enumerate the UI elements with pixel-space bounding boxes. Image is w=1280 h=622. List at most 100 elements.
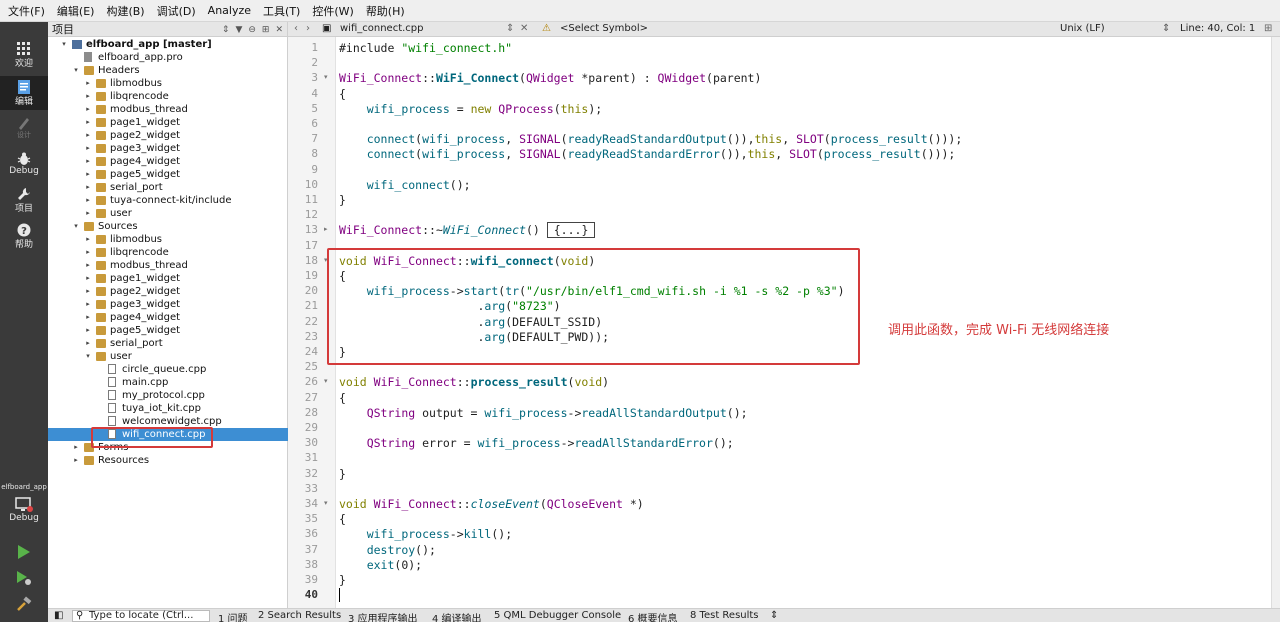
chevron-down-icon[interactable]: ▾ [72,220,80,233]
chevron-right-icon[interactable]: ▸ [84,168,92,181]
kit-selector[interactable]: Debug [0,497,48,523]
chevron-right-icon[interactable]: ▸ [84,116,92,129]
tree-item[interactable]: ▾ Sources [48,220,288,233]
chevron-down-icon[interactable]: ▾ [84,350,92,363]
menu-item[interactable]: 调试(D) [153,3,200,19]
tree-item[interactable]: my_protocol.cpp [48,389,288,402]
fold-marker-icon[interactable]: ▾ [324,377,328,385]
menu-item[interactable]: 工具(T) [259,3,304,19]
build-button[interactable] [0,596,48,612]
chevron-right-icon[interactable]: ▸ [84,129,92,142]
chevron-right-icon[interactable]: ▸ [84,155,92,168]
mode-help[interactable]: ? 帮助 [0,223,48,250]
back-icon[interactable]: ‹ [294,23,298,34]
output-pane-tab[interactable]: 3 应用程序输出 [348,610,418,622]
output-pane-tab[interactable]: 8 Test Results [690,610,759,621]
chevron-right-icon[interactable]: ▸ [84,233,92,246]
chevron-right-icon[interactable]: ▸ [84,142,92,155]
fold-marker-icon[interactable]: ▾ [324,499,328,507]
tree-item[interactable]: ▸ libqrencode [48,90,288,103]
tree-item[interactable]: tuya_iot_kit.cpp [48,402,288,415]
chevron-right-icon[interactable]: ▸ [84,181,92,194]
tree-item[interactable]: ▸ page2_widget [48,129,288,142]
fold-marker-icon[interactable]: ▸ [324,225,328,233]
chevron-right-icon[interactable]: ▸ [84,272,92,285]
chevron-right-icon[interactable]: ▸ [84,324,92,337]
tree-item[interactable]: ▸ page1_widget [48,116,288,129]
tree-item[interactable]: circle_queue.cpp [48,363,288,376]
mode-debug[interactable]: Debug [0,152,48,176]
chevron-right-icon[interactable]: ▸ [72,454,80,467]
tree-item[interactable]: ▸ page4_widget [48,311,288,324]
tree-item[interactable]: ▾ user [48,350,288,363]
menu-item[interactable]: 帮助(H) [362,3,409,19]
more-panes-icon[interactable]: ⇕ [770,610,778,621]
tree-item[interactable]: ▸ libmodbus [48,233,288,246]
chevron-down-icon[interactable]: ▾ [60,38,68,51]
chevron-right-icon[interactable]: ▸ [84,285,92,298]
output-pane-tab[interactable]: 1 问题 [218,610,248,622]
tree-item[interactable]: ▸ page3_widget [48,298,288,311]
tree-item[interactable]: ▸ libmodbus [48,77,288,90]
tree-item[interactable]: ▸ page2_widget [48,285,288,298]
chevron-right-icon[interactable]: ▸ [84,311,92,324]
menu-item[interactable]: 编辑(E) [53,3,99,19]
close-file-icon[interactable]: ✕ [520,23,528,34]
mode-welcome[interactable]: 欢迎 [0,42,48,69]
chevron-down-icon[interactable]: ▾ [72,64,80,77]
tree-item[interactable]: ▾ elfboard_app [master] [48,38,288,51]
chevron-right-icon[interactable]: ▸ [72,441,80,454]
tree-item[interactable]: ▸ page5_widget [48,324,288,337]
chevron-right-icon[interactable]: ▸ [84,259,92,272]
tree-item[interactable]: ▾ Headers [48,64,288,77]
mode-edit[interactable]: 编辑 [0,76,48,110]
locator-input[interactable]: ⚲ Type to locate (Ctrl... [72,610,210,622]
tree-item[interactable]: ▸ page3_widget [48,142,288,155]
output-pane-tab[interactable]: 5 QML Debugger Console [494,610,621,621]
chevron-right-icon[interactable]: ▸ [84,246,92,259]
chevron-right-icon[interactable]: ▸ [84,194,92,207]
split-editor-icon[interactable]: ⊞ [1264,23,1272,34]
tree-item[interactable]: ▸ serial_port [48,181,288,194]
run-button[interactable] [0,544,48,560]
menu-item[interactable]: 文件(F) [4,3,49,19]
code-editor[interactable]: 1 2 3 ▾ 4 5 6 7 8 9 10 11 12 13 ▸ 17 18 ▾ 19 20 21 22 23 24 25 26… [288,37,1280,608]
tree-item[interactable]: ▸ modbus_thread [48,103,288,116]
output-pane-tab[interactable]: 4 编译输出 [432,610,482,622]
forward-icon[interactable]: › [306,23,310,34]
toggle-sidebar-icon[interactable]: ◧ [54,610,63,621]
menu-item[interactable]: 构建(B) [102,3,148,19]
link-icon[interactable]: ⊖ [248,25,256,35]
filter-icon[interactable]: ▼ [235,25,242,35]
mode-projects[interactable]: 项目 [0,187,48,214]
tree-item[interactable]: ▸ tuya-connect-kit/include [48,194,288,207]
chevron-right-icon[interactable]: ▸ [84,207,92,220]
fold-marker-icon[interactable]: ▾ [324,73,328,81]
tree-item[interactable]: elfboard_app.pro [48,51,288,64]
symbol-selector[interactable]: <Select Symbol> [560,23,648,34]
close-icon[interactable]: ✕ [275,25,283,35]
tree-item[interactable]: ▸ Resources [48,454,288,467]
file-dropdown-icon[interactable]: ⇕ [506,23,514,34]
menu-item[interactable]: 控件(W) [308,3,357,19]
output-pane-tab[interactable]: 2 Search Results [258,610,341,621]
editor-scrollbar[interactable] [1271,37,1280,608]
output-pane-tab[interactable]: 6 概要信息 [628,610,678,622]
current-file[interactable]: wifi_connect.cpp [340,23,424,34]
tree-item[interactable]: ▸ libqrencode [48,246,288,259]
cursor-position[interactable]: Line: 40, Col: 1 [1180,23,1255,34]
line-ending-selector[interactable]: Unix (LF) [1060,23,1105,34]
chevron-right-icon[interactable]: ▸ [84,337,92,350]
split-icon[interactable]: ⊞ [262,25,270,35]
chevron-right-icon[interactable]: ▸ [84,77,92,90]
tree-item[interactable]: main.cpp [48,376,288,389]
tree-item[interactable]: ▸ user [48,207,288,220]
tree-item[interactable]: ▸ page4_widget [48,155,288,168]
tree-item[interactable]: ▸ serial_port [48,337,288,350]
chevron-right-icon[interactable]: ▸ [84,90,92,103]
debug-run-button[interactable] [0,570,48,586]
mode-design[interactable]: 设计 [0,116,48,140]
chevron-right-icon[interactable]: ▸ [84,103,92,116]
tree-item[interactable]: ▸ page1_widget [48,272,288,285]
sort-icon[interactable]: ⇕ [222,25,230,35]
